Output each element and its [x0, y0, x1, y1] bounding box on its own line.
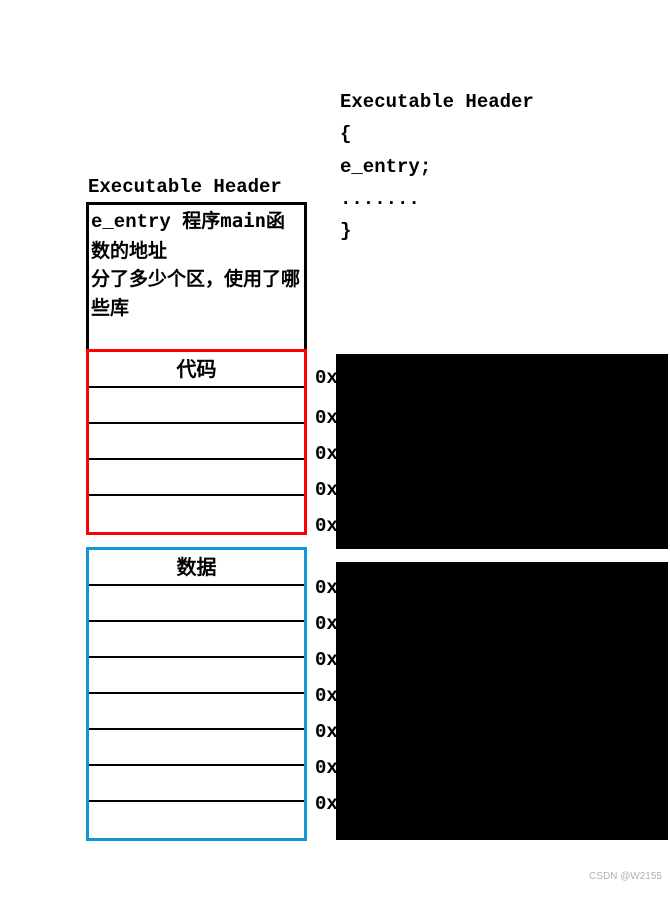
code-title: 代码 [89, 352, 304, 388]
watermark: CSDN @W2155 [589, 871, 662, 882]
black-block-code [336, 354, 668, 549]
addr-label: 0x [315, 436, 338, 472]
addr-label: 0x [315, 786, 338, 822]
code-row [89, 388, 304, 424]
addr-label: 0x [315, 508, 338, 544]
code-row [89, 496, 304, 532]
code-row [89, 424, 304, 460]
code-row [89, 460, 304, 496]
code-section-box: 代码 [86, 349, 307, 535]
left-column: Executable Header e_entry 程序main函数的地址 分了… [86, 176, 307, 841]
addr-label: 0x [315, 400, 338, 436]
black-block-data [336, 562, 668, 840]
struct-code-block: Executable Header { e_entry; ....... } [340, 86, 534, 247]
addr-label: 0x [315, 606, 338, 642]
data-row [89, 802, 304, 838]
addr-label: 0x [315, 570, 338, 606]
struct-line: Executable Header [340, 86, 534, 118]
struct-line: ....... [340, 183, 534, 215]
addr-label: 0x [315, 642, 338, 678]
data-row [89, 766, 304, 802]
struct-line: } [340, 215, 534, 247]
addr-list-data: 0x 0x 0x 0x 0x 0x 0x [315, 570, 338, 822]
executable-header-box: e_entry 程序main函数的地址 分了多少个区，使用了哪些库 [86, 202, 307, 352]
struct-line: e_entry; [340, 151, 534, 183]
data-row [89, 586, 304, 622]
data-row [89, 694, 304, 730]
addr-label: 0x [315, 678, 338, 714]
data-row [89, 658, 304, 694]
data-row [89, 622, 304, 658]
struct-line: { [340, 118, 534, 150]
header-box-mono: e_entry [91, 211, 171, 233]
executable-header-title-left: Executable Header [86, 176, 307, 198]
data-title: 数据 [89, 550, 304, 586]
addr-label: 0x [315, 750, 338, 786]
data-section-box: 数据 [86, 547, 307, 841]
addr-list-code: 0x 0x 0x 0x 0x [315, 358, 338, 544]
addr-label: 0x [315, 472, 338, 508]
header-box-cn2: 分了多少个区，使用了哪些库 [91, 268, 300, 319]
addr-label: 0x [315, 714, 338, 750]
addr-label: 0x [315, 358, 338, 398]
data-row [89, 730, 304, 766]
